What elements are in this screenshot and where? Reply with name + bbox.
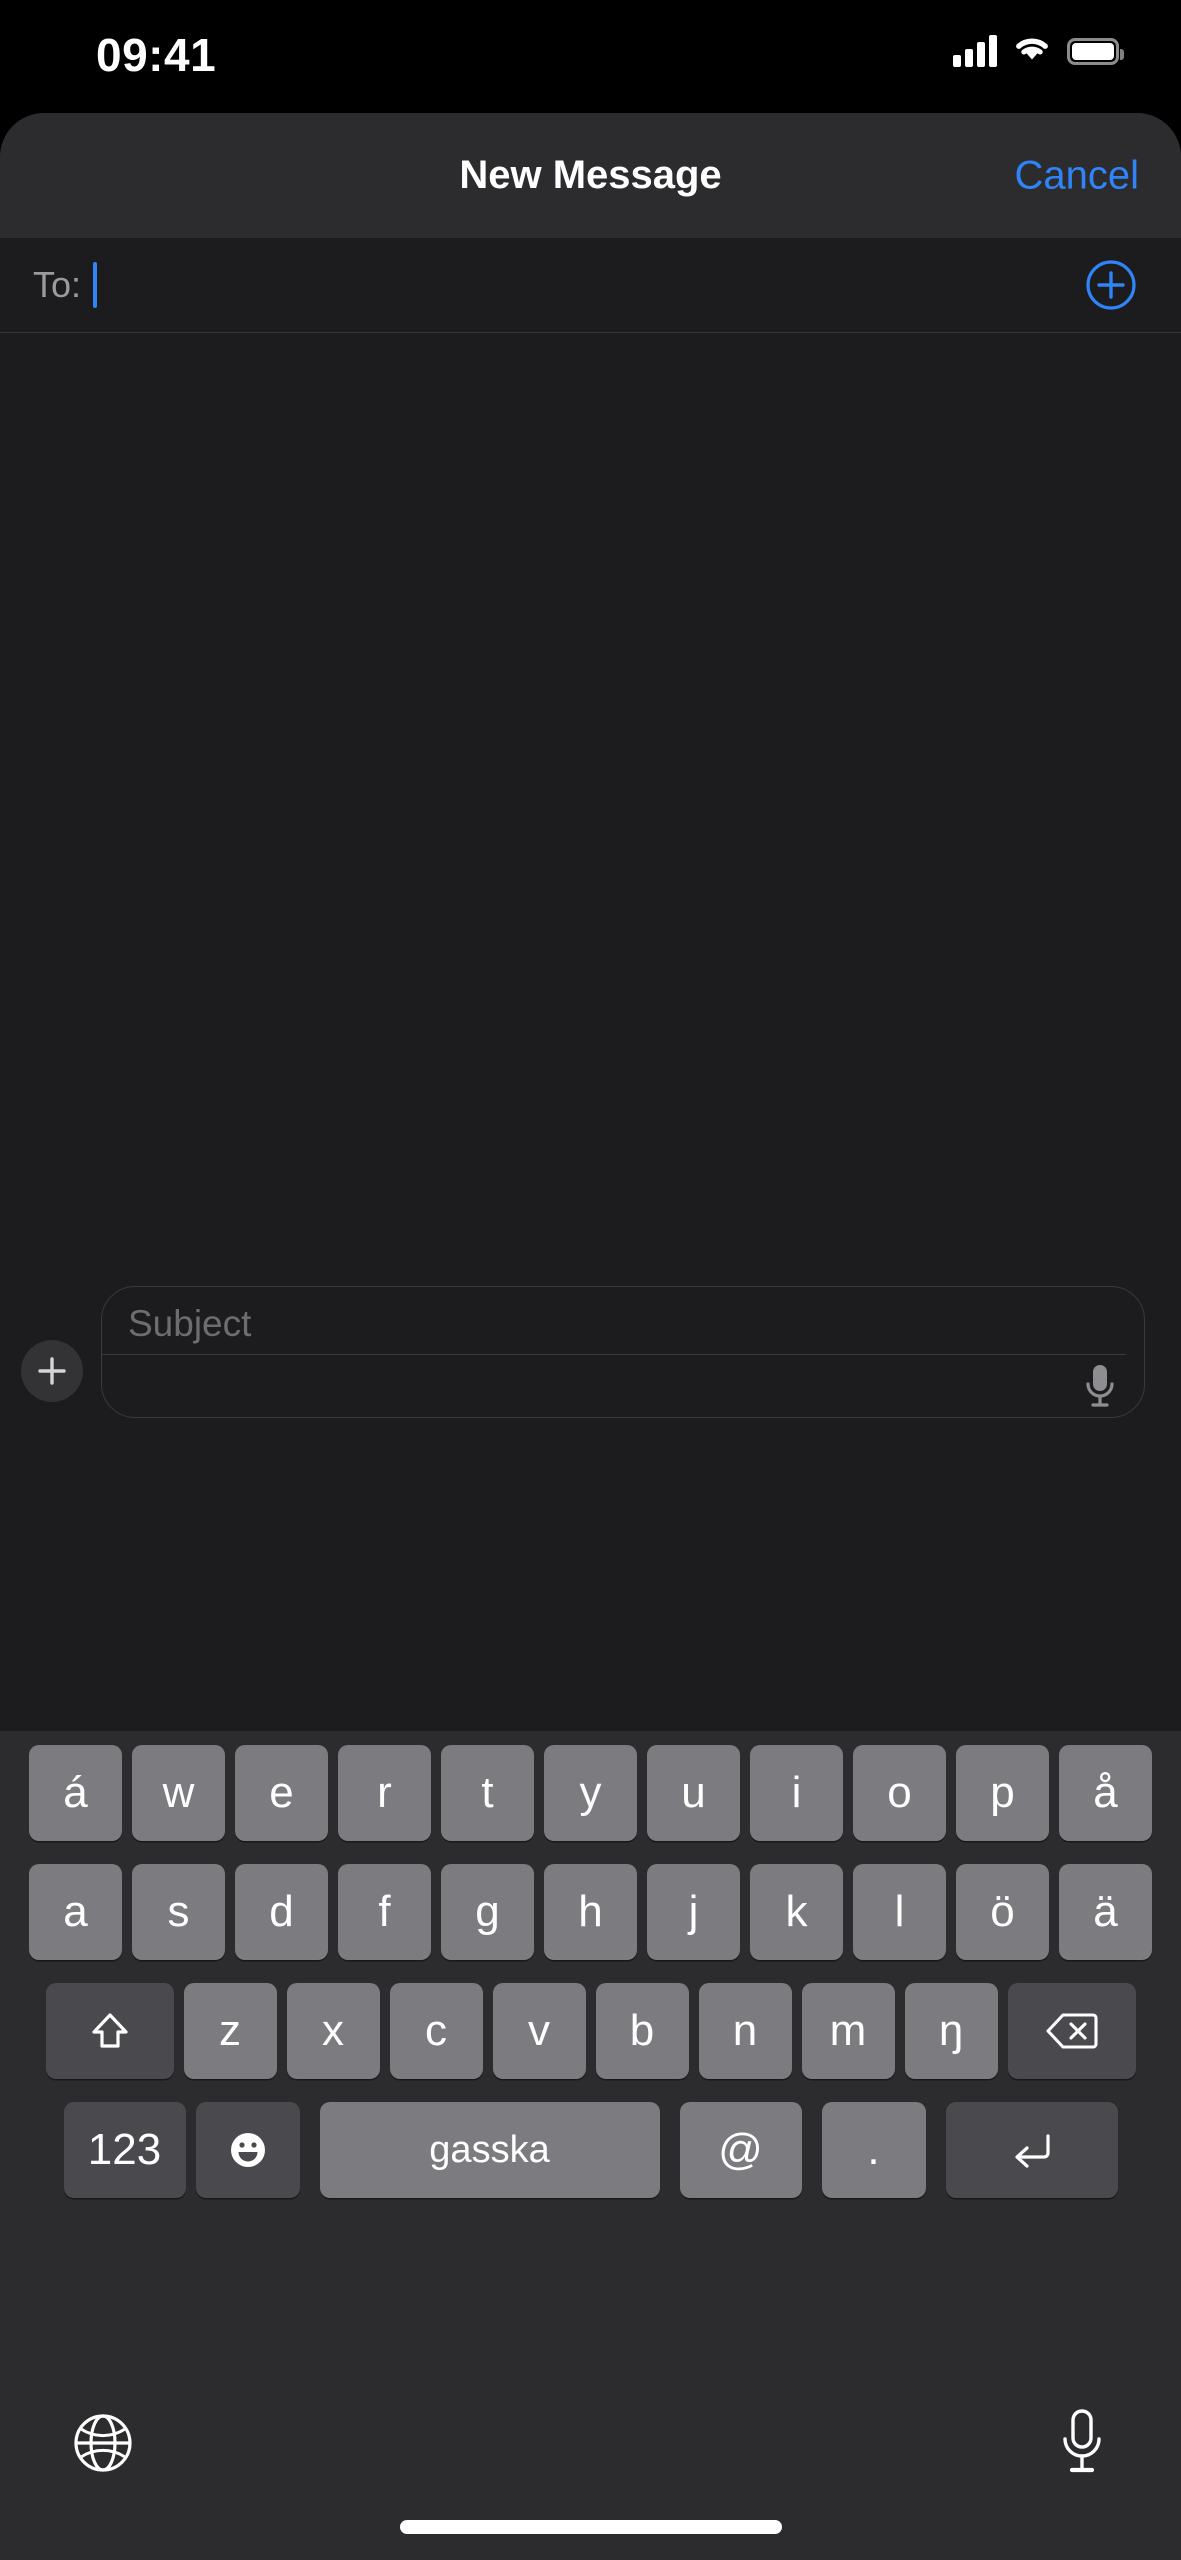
- shift-arrow-icon: [91, 2013, 128, 2048]
- iphone-screen: 09:41 New Message Cancel To: Subject á w…: [0, 0, 1181, 2560]
- new-message-sheet: New Message Cancel To: Subject: [0, 113, 1181, 1731]
- key-q-alt[interactable]: á: [29, 1745, 122, 1841]
- key-w[interactable]: w: [132, 1745, 225, 1841]
- recipient-label: To:: [33, 264, 82, 305]
- keyboard-row-1: á w e r t y u i o p å: [0, 1731, 1181, 1841]
- key-b[interactable]: b: [595, 1983, 689, 2079]
- text-caret: [93, 262, 98, 308]
- dictation-microphone-icon[interactable]: [1058, 2408, 1106, 2476]
- on-screen-keyboard: á w e r t y u i o p å a s d f g h j k l …: [0, 1731, 1181, 2560]
- numbers-key[interactable]: 123: [63, 2102, 186, 2198]
- globe-language-icon[interactable]: [72, 2412, 134, 2474]
- key-o[interactable]: o: [853, 1745, 946, 1841]
- key-f[interactable]: f: [338, 1864, 431, 1960]
- navigation-bar: New Message Cancel: [0, 113, 1181, 238]
- battery-icon: [1067, 37, 1124, 65]
- at-key[interactable]: @: [679, 2102, 802, 2198]
- return-key[interactable]: [945, 2102, 1118, 2198]
- space-key[interactable]: gasska: [319, 2102, 660, 2198]
- emoji-smiley-icon: [230, 2133, 265, 2167]
- key-h[interactable]: h: [544, 1864, 637, 1960]
- key-a[interactable]: a: [29, 1864, 122, 1960]
- keyboard-row-3: z x c v b n m ŋ: [0, 1983, 1181, 2079]
- wifi-icon: [1012, 34, 1052, 69]
- emoji-key[interactable]: [195, 2102, 300, 2198]
- key-s[interactable]: s: [132, 1864, 225, 1960]
- key-y[interactable]: y: [544, 1745, 637, 1841]
- subject-field[interactable]: Subject: [102, 1293, 1126, 1355]
- key-e[interactable]: e: [235, 1745, 328, 1841]
- key-l[interactable]: l: [853, 1864, 946, 1960]
- status-bar: 09:41: [0, 0, 1181, 113]
- return-enter-icon: [1014, 2134, 1050, 2168]
- key-v[interactable]: v: [492, 1983, 586, 2079]
- plus-icon: [38, 1357, 66, 1385]
- cancel-button[interactable]: Cancel: [1014, 153, 1139, 198]
- key-c[interactable]: c: [389, 1983, 483, 2079]
- period-key[interactable]: .: [821, 2102, 926, 2198]
- keyboard-row-4: 123 gasska @ .: [0, 2102, 1181, 2198]
- keyboard-row-2: a s d f g h j k l ö ä: [0, 1864, 1181, 1960]
- key-odiaeresis[interactable]: ö: [956, 1864, 1049, 1960]
- keyboard-bottom-bar: [0, 2370, 1181, 2560]
- message-body-field[interactable]: [102, 1355, 1144, 1417]
- home-indicator-bar[interactable]: [399, 2520, 782, 2534]
- status-bar-indicators: [953, 30, 1124, 72]
- key-k[interactable]: k: [750, 1864, 843, 1960]
- key-g[interactable]: g: [441, 1864, 534, 1960]
- attachment-plus-button[interactable]: [21, 1340, 83, 1402]
- key-t[interactable]: t: [441, 1745, 534, 1841]
- key-x[interactable]: x: [286, 1983, 380, 2079]
- compose-input-container[interactable]: Subject: [101, 1286, 1145, 1418]
- page-title: New Message: [459, 153, 722, 197]
- key-adiaeresis[interactable]: ä: [1059, 1864, 1152, 1960]
- key-r[interactable]: r: [338, 1745, 431, 1841]
- backspace-delete-icon: [1045, 2013, 1098, 2049]
- subject-placeholder: Subject: [128, 1302, 252, 1344]
- status-bar-clock: 09:41: [96, 29, 217, 81]
- backspace-key[interactable]: [1007, 1983, 1136, 2079]
- key-z[interactable]: z: [183, 1983, 277, 2079]
- key-eng[interactable]: ŋ: [904, 1983, 998, 2079]
- shift-key[interactable]: [45, 1983, 174, 2079]
- key-m[interactable]: m: [801, 1983, 895, 2079]
- message-thread-area: [0, 333, 1181, 1268]
- microphone-icon[interactable]: [1082, 1362, 1118, 1410]
- key-n[interactable]: n: [698, 1983, 792, 2079]
- key-aring[interactable]: å: [1059, 1745, 1152, 1841]
- add-contact-plus-circle-icon[interactable]: [1085, 259, 1137, 311]
- key-i[interactable]: i: [750, 1745, 843, 1841]
- key-u[interactable]: u: [647, 1745, 740, 1841]
- key-d[interactable]: d: [235, 1864, 328, 1960]
- cellular-signal-icon: [953, 35, 997, 67]
- key-p[interactable]: p: [956, 1745, 1049, 1841]
- key-j[interactable]: j: [647, 1864, 740, 1960]
- compose-bar: Subject: [0, 1268, 1181, 1444]
- recipient-row[interactable]: To:: [0, 238, 1181, 333]
